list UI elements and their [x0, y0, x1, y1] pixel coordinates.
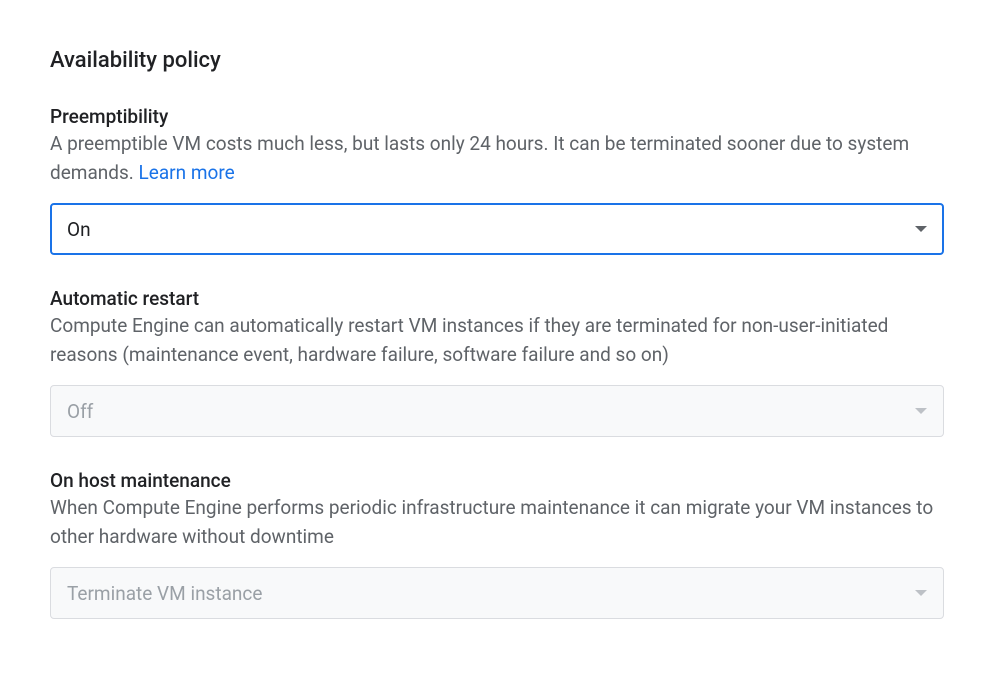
- preemptibility-select[interactable]: On: [50, 203, 944, 255]
- host-maintenance-select[interactable]: Terminate VM instance: [50, 567, 944, 619]
- automatic-restart-select-value: Off: [67, 400, 93, 423]
- automatic-restart-description: Compute Engine can automatically restart…: [50, 312, 944, 369]
- preemptibility-label: Preemptibility: [50, 105, 944, 128]
- automatic-restart-select[interactable]: Off: [50, 385, 944, 437]
- section-title: Availability policy: [50, 48, 944, 73]
- host-maintenance-select-wrapper: Terminate VM instance: [50, 567, 944, 619]
- preemptibility-learn-more-link[interactable]: Learn more: [139, 161, 235, 184]
- preemptibility-description: A preemptible VM costs much less, but la…: [50, 130, 944, 187]
- automatic-restart-label: Automatic restart: [50, 287, 944, 310]
- preemptibility-field: Preemptibility A preemptible VM costs mu…: [50, 105, 944, 255]
- host-maintenance-field: On host maintenance When Compute Engine …: [50, 469, 944, 619]
- preemptibility-select-wrapper: On: [50, 203, 944, 255]
- automatic-restart-select-wrapper: Off: [50, 385, 944, 437]
- automatic-restart-field: Automatic restart Compute Engine can aut…: [50, 287, 944, 437]
- host-maintenance-select-value: Terminate VM instance: [67, 582, 262, 605]
- preemptibility-select-value: On: [67, 218, 91, 241]
- host-maintenance-label: On host maintenance: [50, 469, 944, 492]
- host-maintenance-description: When Compute Engine performs periodic in…: [50, 494, 944, 551]
